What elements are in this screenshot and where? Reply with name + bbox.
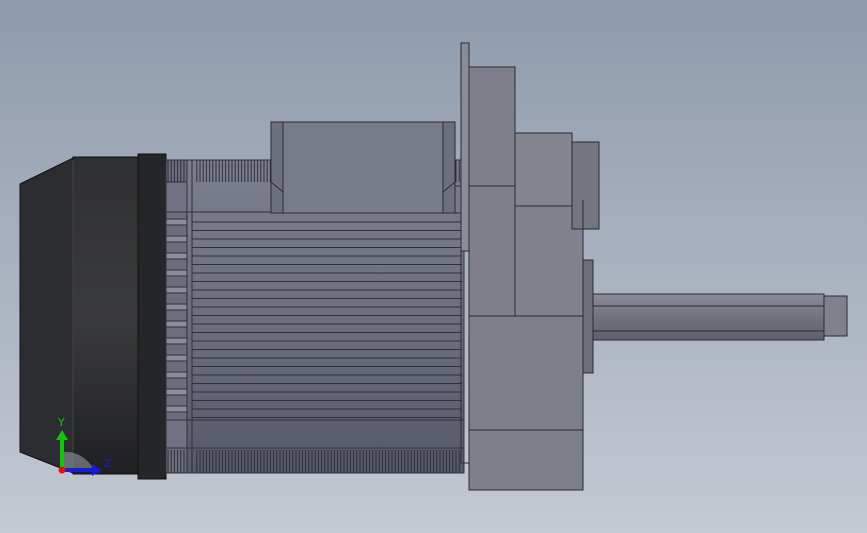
z-axis-label: Z (104, 457, 112, 470)
rear-fin-slot (165, 320, 188, 328)
rear-fin-slot (165, 303, 188, 311)
rear-fin-slot (165, 337, 188, 345)
fan-cover (19, 153, 167, 480)
rear-fin-slot (165, 218, 188, 226)
rear-fin-slot (165, 388, 188, 396)
terminal-box (270, 121, 463, 214)
output-shaft (592, 293, 848, 341)
x-axis-dot-icon (58, 466, 66, 474)
cad-viewport[interactable]: Y Z (0, 0, 867, 533)
rear-fin-slot (165, 371, 188, 379)
rear-fin-slot (165, 269, 188, 277)
rear-fin-slot (165, 405, 188, 413)
rear-fin-slot (165, 354, 188, 362)
rear-fin-slot (165, 235, 188, 243)
rear-fin-slot (165, 252, 188, 260)
rear-fin-slot (165, 286, 188, 294)
model-view[interactable]: Y Z (0, 0, 867, 533)
y-axis-label: Y (57, 416, 65, 429)
